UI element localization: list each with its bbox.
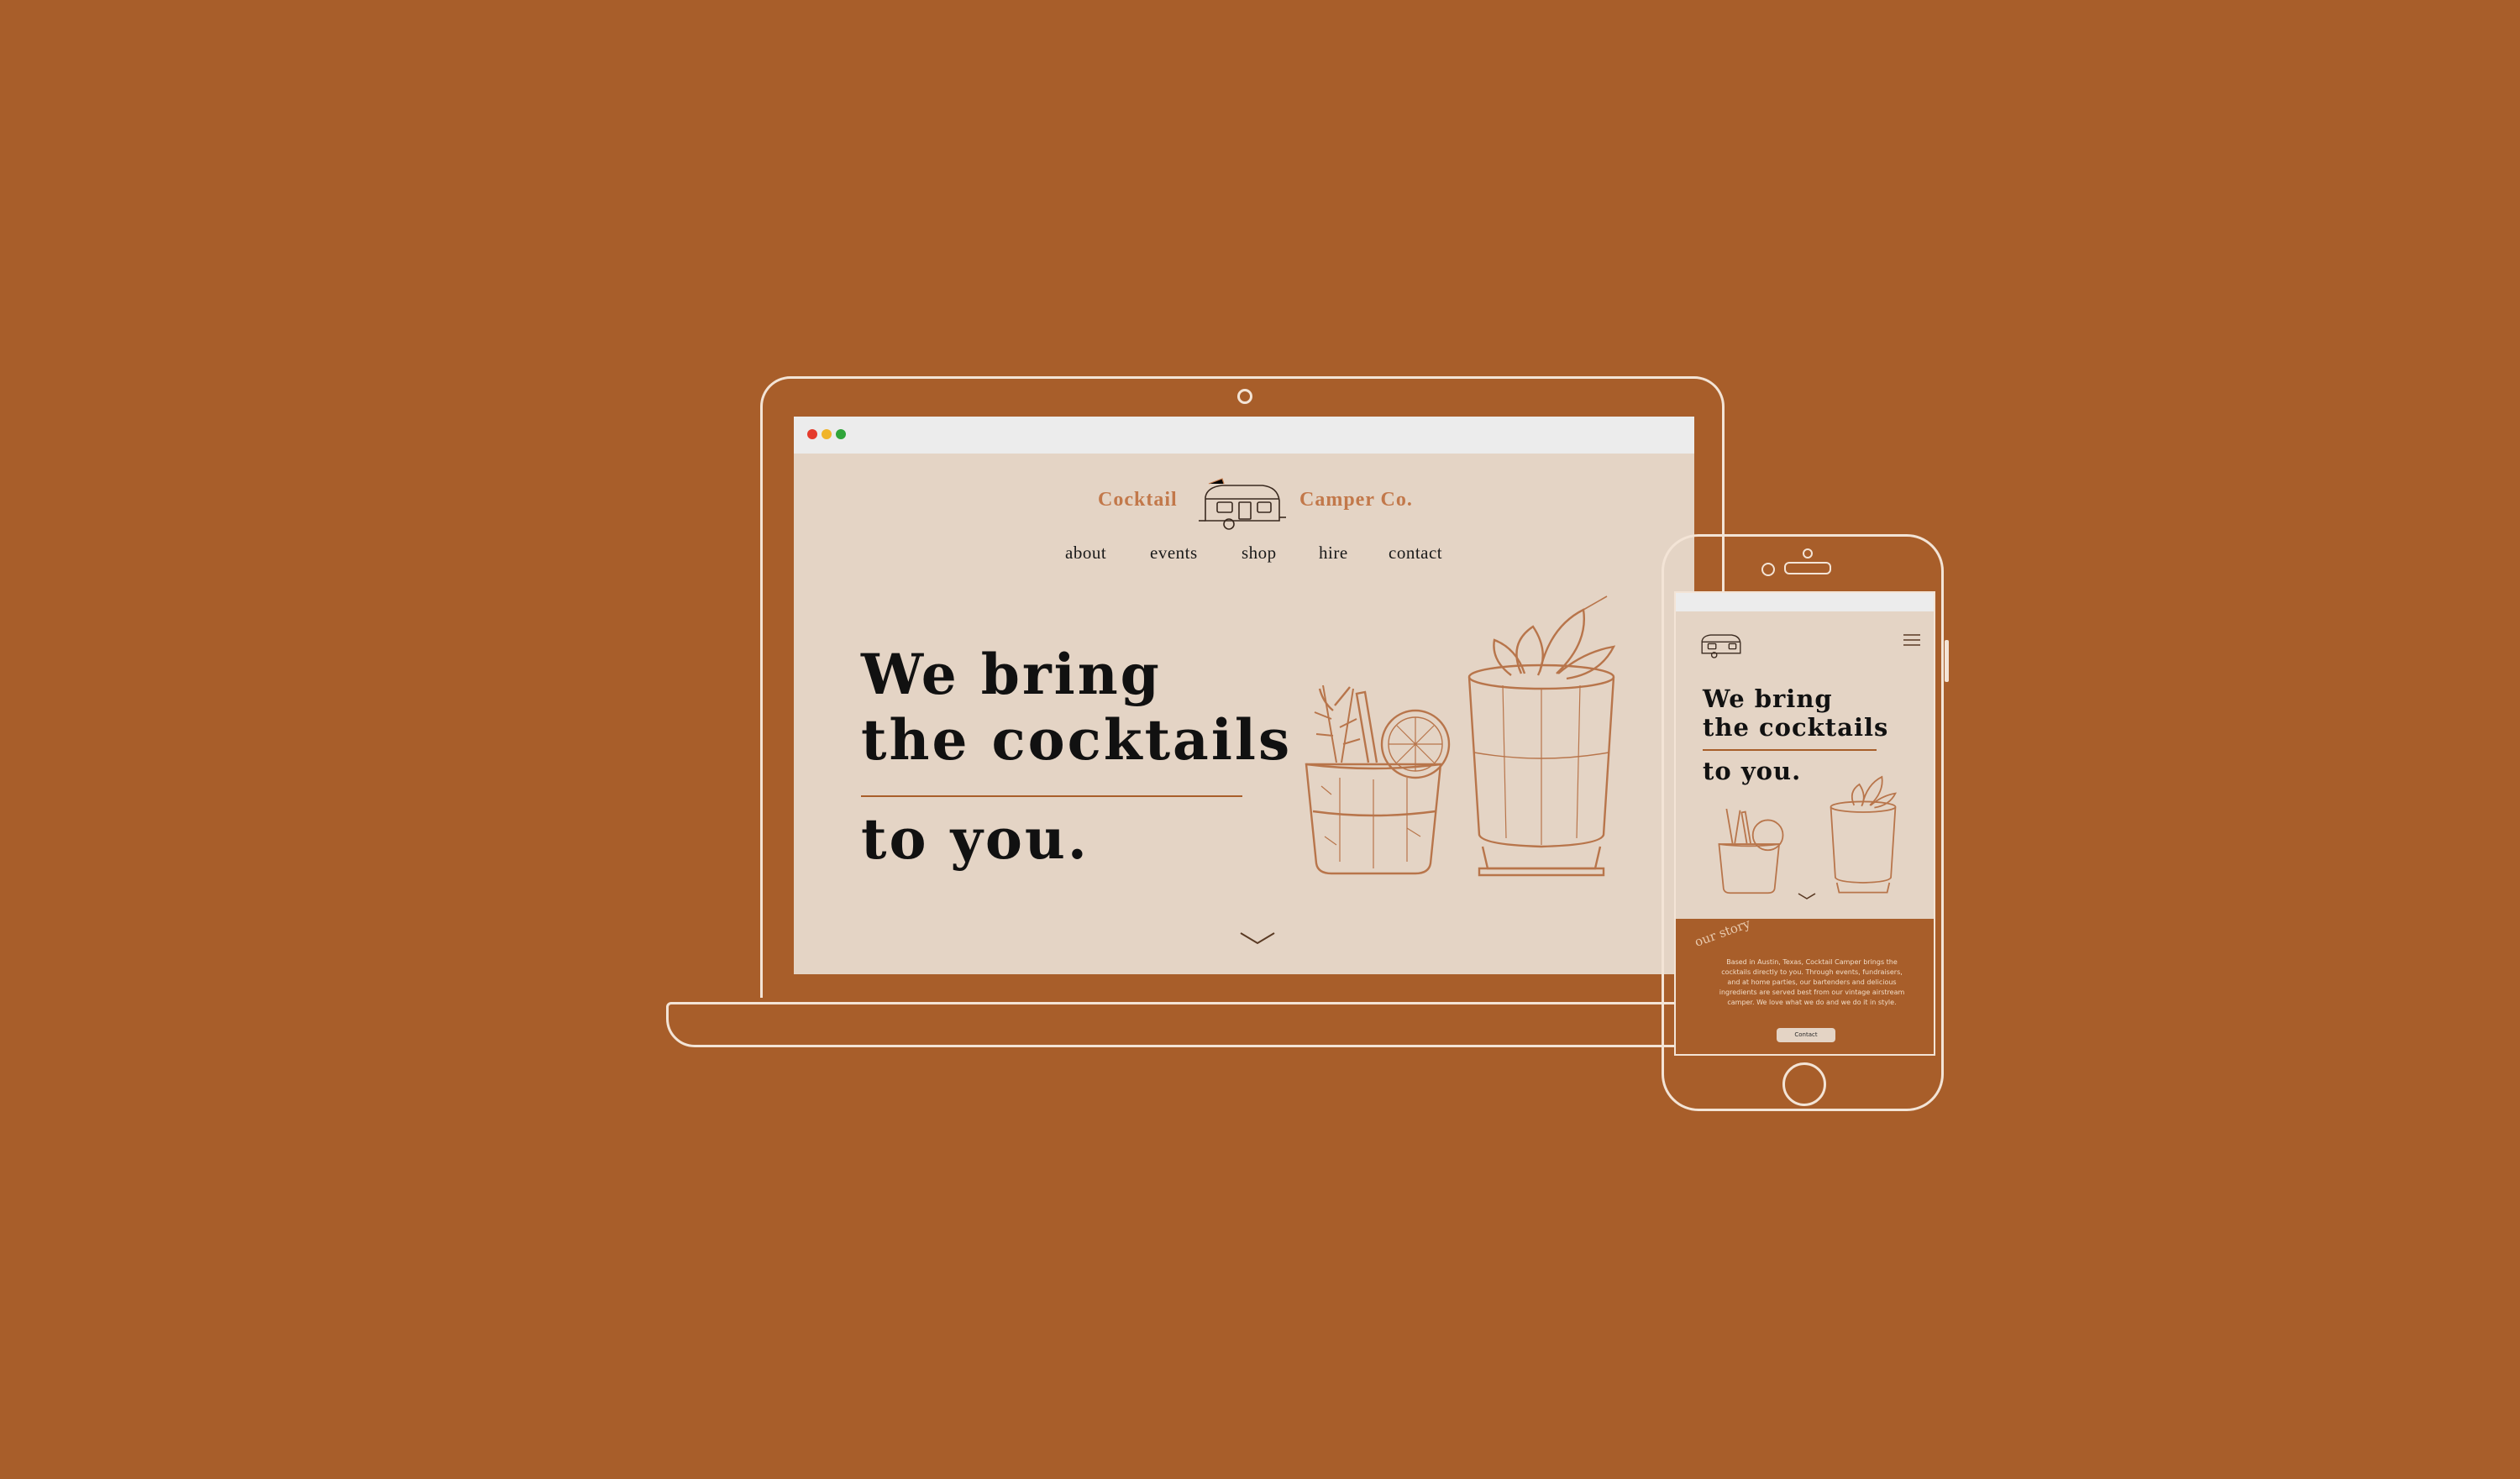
cocktail-glass-illustration bbox=[1718, 808, 1784, 894]
minimize-window-dot[interactable] bbox=[822, 429, 832, 439]
logo-text-right: Camper Co. bbox=[1299, 489, 1413, 511]
browser-bar bbox=[794, 417, 1694, 454]
mint-julep-cup-illustration bbox=[1467, 595, 1616, 877]
contact-button[interactable]: Contact bbox=[1777, 1028, 1835, 1042]
nav-shop[interactable]: shop bbox=[1242, 543, 1277, 564]
nav-events[interactable]: events bbox=[1150, 543, 1198, 564]
laptop-camera bbox=[1237, 389, 1252, 404]
mint-julep-cup-illustration bbox=[1830, 775, 1898, 894]
close-window-dot[interactable] bbox=[807, 429, 817, 439]
mobile-hero-divider bbox=[1703, 749, 1877, 751]
nav-contact[interactable]: contact bbox=[1389, 543, 1442, 564]
our-story-text: Based in Austin, Texas, Cocktail Camper … bbox=[1719, 958, 1905, 1006]
phone-sensor bbox=[1803, 548, 1813, 559]
mobile-browser-bar bbox=[1676, 593, 1934, 611]
phone-speaker bbox=[1784, 562, 1831, 574]
phone-side-button bbox=[1945, 640, 1949, 682]
logo-text-left: Cocktail bbox=[1098, 489, 1178, 511]
camper-trailer-icon bbox=[1199, 478, 1286, 530]
mobile-hero-line-2: the cocktails bbox=[1703, 713, 1889, 742]
chevron-down-icon[interactable] bbox=[1797, 892, 1817, 900]
chevron-down-icon[interactable] bbox=[1239, 931, 1276, 946]
mobile-screen: We bring the cocktails to you. our story… bbox=[1674, 591, 1935, 1056]
mobile-hero-line-3: to you. bbox=[1703, 757, 1802, 785]
nav-hire[interactable]: hire bbox=[1319, 543, 1348, 564]
cocktail-glass-illustration bbox=[1305, 684, 1451, 875]
phone-home-button[interactable] bbox=[1782, 1062, 1826, 1106]
nav-about[interactable]: about bbox=[1065, 543, 1106, 564]
our-story-title: our story bbox=[1693, 915, 1753, 950]
our-story-section: our story Based in Austin, Texas, Cockta… bbox=[1676, 915, 1934, 1054]
hamburger-menu-icon[interactable] bbox=[1903, 633, 1921, 647]
hero-line-1: We bring bbox=[861, 642, 1162, 707]
laptop-base bbox=[666, 1002, 1760, 1047]
hero-divider bbox=[861, 795, 1242, 797]
camper-trailer-icon[interactable] bbox=[1698, 630, 1745, 662]
hero-line-2: the cocktails bbox=[861, 707, 1293, 773]
hero-line-3: to you. bbox=[861, 806, 1089, 872]
mobile-hero-line-1: We bring bbox=[1703, 684, 1833, 713]
desktop-screen: Cocktail Camper Co. about events shop hi… bbox=[794, 417, 1694, 974]
phone-camera bbox=[1761, 563, 1775, 576]
maximize-window-dot[interactable] bbox=[836, 429, 846, 439]
site-logo[interactable]: Cocktail Camper Co. bbox=[1098, 477, 1412, 536]
